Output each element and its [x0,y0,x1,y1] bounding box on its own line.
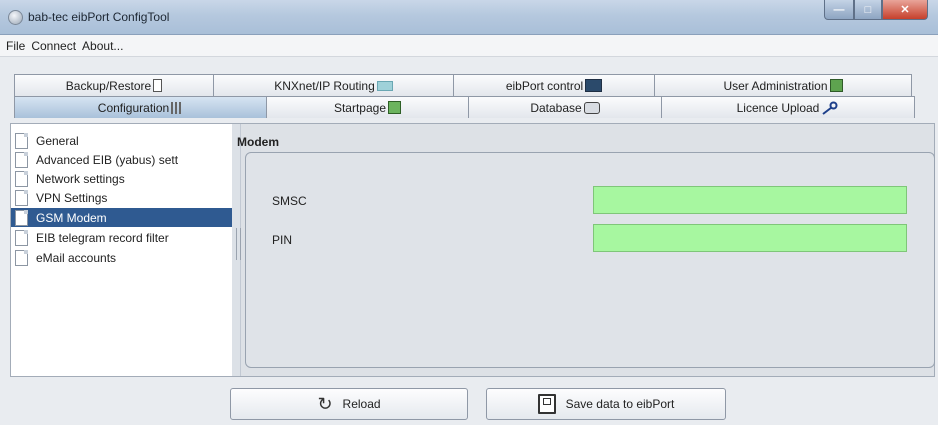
database-icon [583,101,600,114]
reload-button[interactable]: ↻ Reload [230,388,468,420]
tree-item-label: VPN Settings [36,190,108,205]
menu-bar: File Connect About... [0,35,938,57]
tree-item-label: Advanced EIB (yabus) sett [36,152,179,167]
document-icon [15,170,28,187]
document-icon [15,189,28,206]
tab-label: Database [530,100,582,115]
document-icon [15,209,28,226]
document-icon [15,132,28,149]
tree-item-label: EIB telegram record filter [36,230,169,245]
menu-connect[interactable]: Connect [31,39,76,53]
tree-item-label: General [36,133,79,148]
minimize-button[interactable]: — [824,0,854,20]
document-icon [15,151,28,168]
document-icon [15,229,28,246]
knx-icon [376,80,393,91]
tree-item-general[interactable]: General [11,131,232,150]
tab-configuration[interactable]: Configuration [14,96,267,118]
tab-database[interactable]: Database [468,96,662,118]
splitter-grip-icon [236,228,241,260]
title-bar: bab-tec eibPort ConfigTool — □ ✕ [0,0,938,35]
reload-label: Reload [342,397,381,411]
save-icon [537,394,556,414]
config-icon [171,101,184,114]
pin-label: PIN [272,233,293,247]
tree-item-label: GSM Modem [36,210,107,225]
tab-backup-restore[interactable]: Backup/Restore [14,74,214,96]
tree-item-vpn-settings[interactable]: VPN Settings [11,188,232,207]
pin-input[interactable] [593,224,907,252]
tab-label: User Administration [723,78,828,93]
close-button[interactable]: ✕ [882,0,928,20]
tree-item-label: eMail accounts [36,250,117,265]
tree-item-network-settings[interactable]: Network settings [11,169,232,188]
tree-item-gsm-modem[interactable]: GSM Modem [11,208,232,227]
maximize-button[interactable]: □ [854,0,882,20]
save-label: Save data to eibPort [565,397,675,411]
smsc-label: SMSC [272,194,307,208]
panel-title: Modem [237,135,279,149]
tab-knxnet-routing[interactable]: KNXnet/IP Routing [213,74,454,96]
tree-item-advanced-eib[interactable]: Advanced EIB (yabus) sett [11,150,232,169]
modem-panel [245,152,935,368]
window-title: bab-tec eibPort ConfigTool [28,10,170,24]
document-icon [15,249,28,266]
smsc-input[interactable] [593,186,907,214]
startpage-icon [388,101,402,114]
tab-label: eibPort control [505,78,584,93]
tab-label: Startpage [333,100,387,115]
computer-icon [585,79,603,92]
tab-row-bottom: Configuration Startpage Database Licence… [14,96,915,118]
tab-eibport-control[interactable]: eibPort control [453,74,655,96]
tree-item-email-accounts[interactable]: eMail accounts [11,248,232,267]
tab-label: KNXnet/IP Routing [274,78,375,93]
reload-icon: ↻ [317,394,333,414]
user-admin-icon [829,79,843,92]
tab-licence-upload[interactable]: Licence Upload [661,96,915,118]
tab-label: Configuration [97,100,170,115]
app-icon [8,10,23,25]
tab-row-top: Backup/Restore KNXnet/IP Routing eibPort… [14,74,912,96]
tree-item-label: Network settings [36,171,125,186]
tab-user-administration[interactable]: User Administration [654,74,912,96]
settings-tree: General Advanced EIB (yabus) sett Networ… [11,124,233,376]
window-controls: — □ ✕ [824,0,928,20]
key-icon [822,101,838,115]
app-window: bab-tec eibPort ConfigTool — □ ✕ File Co… [0,0,938,425]
tab-label: Backup/Restore [65,78,152,93]
tab-label: Licence Upload [736,100,820,115]
menu-file[interactable]: File [6,39,25,53]
save-to-eibport-button[interactable]: Save data to eibPort [486,388,726,420]
tree-item-eib-telegram-filter[interactable]: EIB telegram record filter [11,228,232,247]
tab-startpage[interactable]: Startpage [266,96,469,118]
disk-icon [153,79,163,92]
menu-about[interactable]: About... [82,39,123,53]
